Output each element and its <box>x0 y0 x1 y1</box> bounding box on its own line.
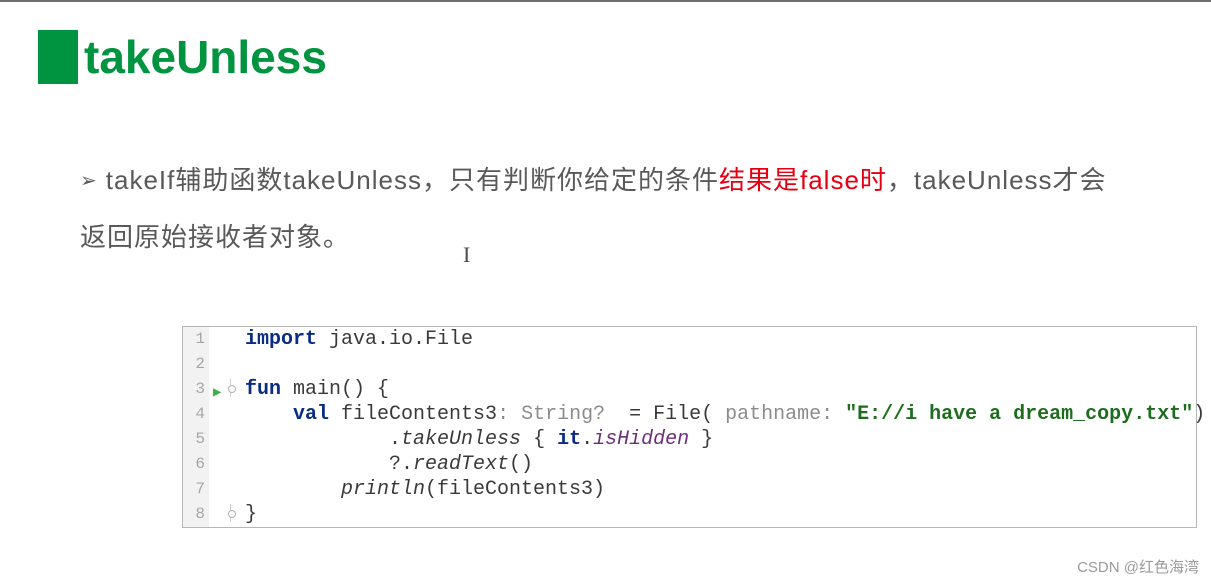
code-line: fun main() { <box>245 377 1196 402</box>
code-line: println(fileContents3) <box>245 477 1196 502</box>
code-text: main() { <box>281 378 389 401</box>
type-hint: : String? <box>497 403 617 426</box>
code-row-7: 7 println(fileContents3) <box>183 477 1196 502</box>
code-text <box>245 478 341 501</box>
code-text: fileContents3 <box>329 403 497 426</box>
line-number: 5 <box>183 427 209 452</box>
fold-gutter-icon[interactable] <box>230 504 243 522</box>
line-number: 8 <box>183 502 209 527</box>
code-row-1: 1 import java.io.File <box>183 327 1196 352</box>
keyword-import: import <box>245 328 317 351</box>
run-gutter-icon[interactable]: ▶ <box>213 381 221 406</box>
code-text: . <box>581 428 593 451</box>
code-line: import java.io.File <box>245 327 1196 352</box>
string-literal: "E://i have a dream_copy.txt" <box>845 403 1193 426</box>
method-call: println <box>341 478 425 501</box>
code-text: java.io.File <box>317 328 473 351</box>
code-text: (fileContents3) <box>425 478 605 501</box>
code-row-5: 5 .takeUnless { it.isHidden } <box>183 427 1196 452</box>
code-text: () <box>509 453 533 476</box>
keyword-val: val <box>293 403 329 426</box>
heading-accent-block <box>38 30 78 84</box>
bullet-text-highlight: 结果是false时 <box>719 165 887 195</box>
keyword-fun: fun <box>245 378 281 401</box>
code-text: { <box>521 428 557 451</box>
method-call: takeUnless <box>401 428 521 451</box>
code-row-8: 8 } <box>183 502 1196 527</box>
code-text: } <box>689 428 713 451</box>
method-call: readText <box>413 453 509 476</box>
line-number: 1 <box>183 327 209 352</box>
line-number: 7 <box>183 477 209 502</box>
slide-heading: takeUnless <box>38 30 1211 84</box>
watermark-text: CSDN @红色海湾 <box>1077 556 1199 577</box>
heading-title: takeUnless <box>84 34 327 80</box>
code-line: .takeUnless { it.isHidden } <box>245 427 1196 452</box>
line-number: 3 <box>183 377 209 402</box>
bullet-section: ➢ takeIf辅助函数takeUnless，只有判断你给定的条件结果是false… <box>80 152 1207 266</box>
code-block: 1 import java.io.File 2 3 ▶ fun main() {… <box>182 326 1197 528</box>
bullet-line-1: ➢ takeIf辅助函数takeUnless，只有判断你给定的条件结果是false… <box>80 152 1207 209</box>
code-text: = File( <box>617 403 713 426</box>
code-line: val fileContents3: String? = File( pathn… <box>245 402 1205 427</box>
line-number: 6 <box>183 452 209 477</box>
text-caret-icon: I <box>463 242 470 268</box>
param-hint: pathname: <box>713 403 845 426</box>
line-number: 4 <box>183 402 209 427</box>
code-row-3: 3 ▶ fun main() { <box>183 377 1196 402</box>
code-text: . <box>245 428 401 451</box>
code-line: ?.readText() <box>245 452 1196 477</box>
code-text: ?. <box>245 453 413 476</box>
bullet-text-post: ，takeUnless才会 <box>887 165 1107 195</box>
code-row-4: 4 val fileContents3: String? = File( pat… <box>183 402 1196 427</box>
bullet-text-pre: takeIf辅助函数takeUnless，只有判断你给定的条件 <box>106 165 719 195</box>
property-ref: isHidden <box>593 428 689 451</box>
code-line <box>245 352 1196 377</box>
line-number: 2 <box>183 352 209 377</box>
code-line: } <box>245 502 1196 527</box>
code-row-2: 2 <box>183 352 1196 377</box>
fold-gutter-icon[interactable] <box>230 379 243 397</box>
keyword-it: it <box>557 428 581 451</box>
code-row-6: 6 ?.readText() <box>183 452 1196 477</box>
code-text: } <box>245 503 257 526</box>
bullet-triangle-icon: ➢ <box>80 170 98 192</box>
code-text: ) <box>1193 403 1205 426</box>
bullet-line-2: 返回原始接收者对象。 <box>80 209 1207 266</box>
